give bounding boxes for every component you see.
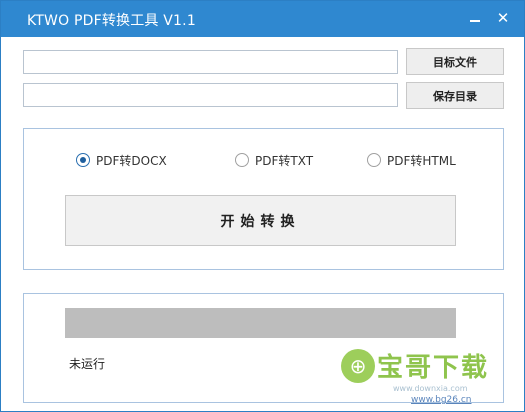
radio-pdf-to-html[interactable]: PDF转HTML: [367, 151, 456, 169]
radio-label: PDF转TXT: [255, 153, 314, 168]
progress-fill: [65, 308, 456, 338]
minimize-button[interactable]: [464, 6, 486, 30]
target-file-input[interactable]: [23, 50, 398, 74]
close-icon: ✕: [496, 9, 510, 27]
start-convert-button[interactable]: 开始转换: [65, 195, 456, 246]
watermark-logo-icon: ⊕: [341, 349, 375, 383]
status-text: 未运行: [69, 357, 106, 371]
window-title: KTWO PDF转换工具 V1.1: [27, 13, 196, 29]
radio-label: PDF转DOCX: [96, 153, 167, 168]
target-file-button[interactable]: 目标文件: [406, 48, 504, 75]
title-bar[interactable]: KTWO PDF转换工具 V1.1 ✕: [1, 1, 524, 37]
watermark-site-2: www.bg26.cn: [411, 395, 472, 405]
watermark: ⊕ 宝哥下载 www.downxia.com www.bg26.cn: [341, 343, 521, 409]
radio-indicator: [367, 153, 381, 167]
minimize-icon: [470, 20, 480, 22]
conversion-options-panel: PDF转DOCX PDF转TXT PDF转HTML 开始转换: [23, 128, 504, 270]
radio-label: PDF转HTML: [387, 153, 456, 168]
radio-indicator: [235, 153, 249, 167]
radio-pdf-to-txt[interactable]: PDF转TXT: [235, 151, 313, 169]
progress-bar: [65, 308, 456, 338]
app-window: KTWO PDF转换工具 V1.1 ✕ 目标文件 保存目录 PDF转DOCX P…: [0, 0, 525, 412]
watermark-brand: 宝哥下载: [377, 353, 490, 383]
watermark-site-1: www.downxia.com: [393, 384, 468, 393]
save-dir-button[interactable]: 保存目录: [406, 82, 504, 109]
close-button[interactable]: ✕: [492, 6, 514, 30]
radio-pdf-to-docx[interactable]: PDF转DOCX: [76, 151, 167, 169]
save-dir-input[interactable]: [23, 83, 398, 107]
radio-indicator: [76, 153, 90, 167]
